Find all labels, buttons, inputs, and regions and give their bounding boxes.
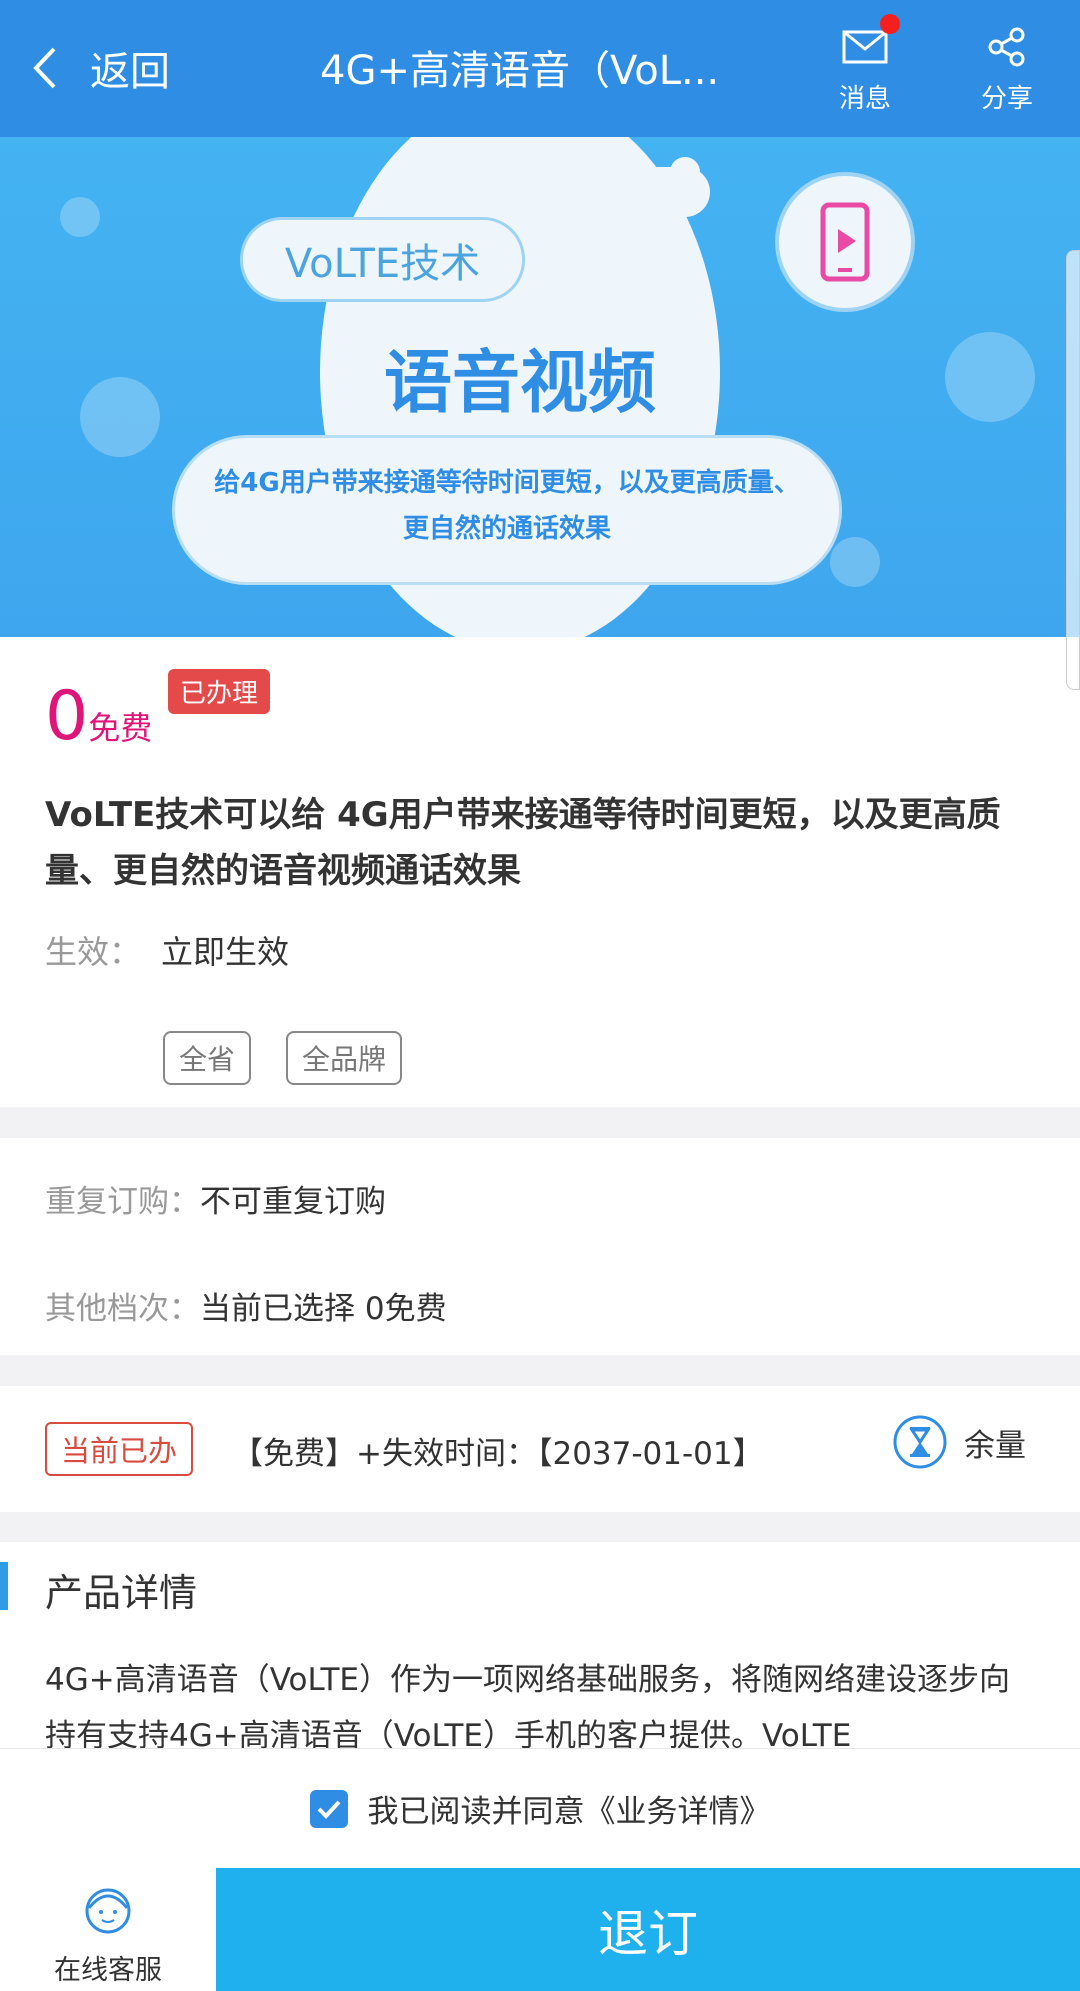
effective-label: 生效： [45, 933, 142, 971]
share-label: 分享 [980, 84, 1033, 114]
messages-label: 消息 [838, 84, 891, 114]
agreement-text: 我已阅读并同意《业务详情》 [367, 1794, 771, 1830]
price-text: 免费 [88, 709, 153, 747]
decor-bubble [80, 377, 160, 457]
banner-cloud [430, 167, 710, 217]
price-number: 0 [45, 677, 89, 756]
banner-subtext-line2: 更自然的通话效果 [402, 514, 611, 544]
scroll-handle[interactable] [1066, 250, 1080, 690]
remaining-label: 余量 [964, 1427, 1026, 1464]
effective-value: 立即生效 [161, 933, 290, 971]
customer-service-icon [85, 1888, 131, 1934]
promo-banner: VoLTE技术 语音视频 给4G用户带来接通等待时间更短，以及更高质量、 更自然… [0, 137, 1080, 637]
page-title: 4G+高清语音（VoL... [320, 48, 720, 94]
remaining-button[interactable]: 余量 [892, 1414, 1026, 1470]
phone-video-icon [775, 172, 915, 312]
repeat-order-label: 重复订购： [45, 1184, 200, 1220]
other-tier-label: 其他档次： [45, 1291, 200, 1327]
unread-dot [880, 14, 900, 34]
tag-brand: 全品牌 [286, 1031, 403, 1085]
agreement-checkbox[interactable] [309, 1789, 348, 1828]
agreement-row[interactable]: 我已阅读并同意《业务详情》 [0, 1748, 1080, 1868]
banner-subtext-line1: 给4G用户带来接通等待时间更短，以及更高质量、 [214, 468, 800, 498]
unsubscribe-button[interactable]: 退订 [216, 1868, 1080, 1991]
section-title: 产品详情 [45, 1571, 198, 1615]
other-tier-row[interactable]: 其他档次：当前已选择 0免费 [45, 1283, 447, 1328]
current-badge: 当前已办 [45, 1422, 194, 1476]
hourglass-icon [893, 1415, 947, 1469]
plan-description: VoLTE技术可以给 4G用户带来接通等待时间更短，以及更高质量、更自然的语音视… [45, 795, 1001, 891]
tag-province: 全省 [163, 1031, 252, 1085]
current-subscription-text: 【免费】+失效时间：【2037-01-01】 [232, 1436, 764, 1472]
plan-info-card: 0免费 已办理 VoLTE技术可以给 4G用户带来接通等待时间更短，以及更高质量… [0, 637, 1080, 1107]
banner-headline: 语音视频 [383, 344, 656, 423]
page: 返回 4G+高清语音（VoL... 消息 分享 VoLTE技术 语音视频 给4G… [0, 0, 1080, 1991]
options-card: 重复订购：不可重复订购 其他档次：当前已选择 0免费 [0, 1138, 1080, 1355]
banner-subtext: 给4G用户带来接通等待时间更短，以及更高质量、 更自然的通话效果 [172, 435, 842, 585]
bottom-bar: 在线客服 退订 [0, 1868, 1080, 1991]
checkmark-icon [317, 1800, 340, 1819]
effective-row: 生效： 立即生效 [45, 927, 289, 973]
current-subscription-card: 当前已办 【免费】+失效时间：【2037-01-01】 余量 [0, 1386, 1080, 1512]
customer-service-button[interactable]: 在线客服 [0, 1868, 216, 1991]
chevron-left-icon [33, 47, 56, 89]
other-tier-value: 当前已选择 0免费 [200, 1291, 447, 1327]
decor-bubble [60, 197, 100, 237]
section-accent-bar [0, 1562, 8, 1610]
top-bar: 返回 4G+高清语音（VoL... 消息 分享 [0, 0, 1080, 137]
repeat-order-value: 不可重复订购 [200, 1184, 386, 1220]
share-icon [988, 27, 1025, 67]
status-badge: 已办理 [168, 669, 271, 714]
price: 0免费 [45, 677, 152, 756]
back-label: 返回 [90, 49, 170, 95]
decor-bubble [945, 332, 1035, 422]
decor-bubble [670, 157, 700, 187]
customer-service-label: 在线客服 [54, 1955, 162, 1986]
banner-pill: VoLTE技术 [240, 217, 525, 302]
share-button[interactable]: 分享 [952, 18, 1062, 118]
repeat-order-row: 重复订购：不可重复订购 [45, 1176, 386, 1221]
messages-button[interactable]: 消息 [810, 14, 920, 118]
back-button[interactable]: 返回 [28, 28, 170, 108]
envelope-icon [842, 30, 888, 64]
